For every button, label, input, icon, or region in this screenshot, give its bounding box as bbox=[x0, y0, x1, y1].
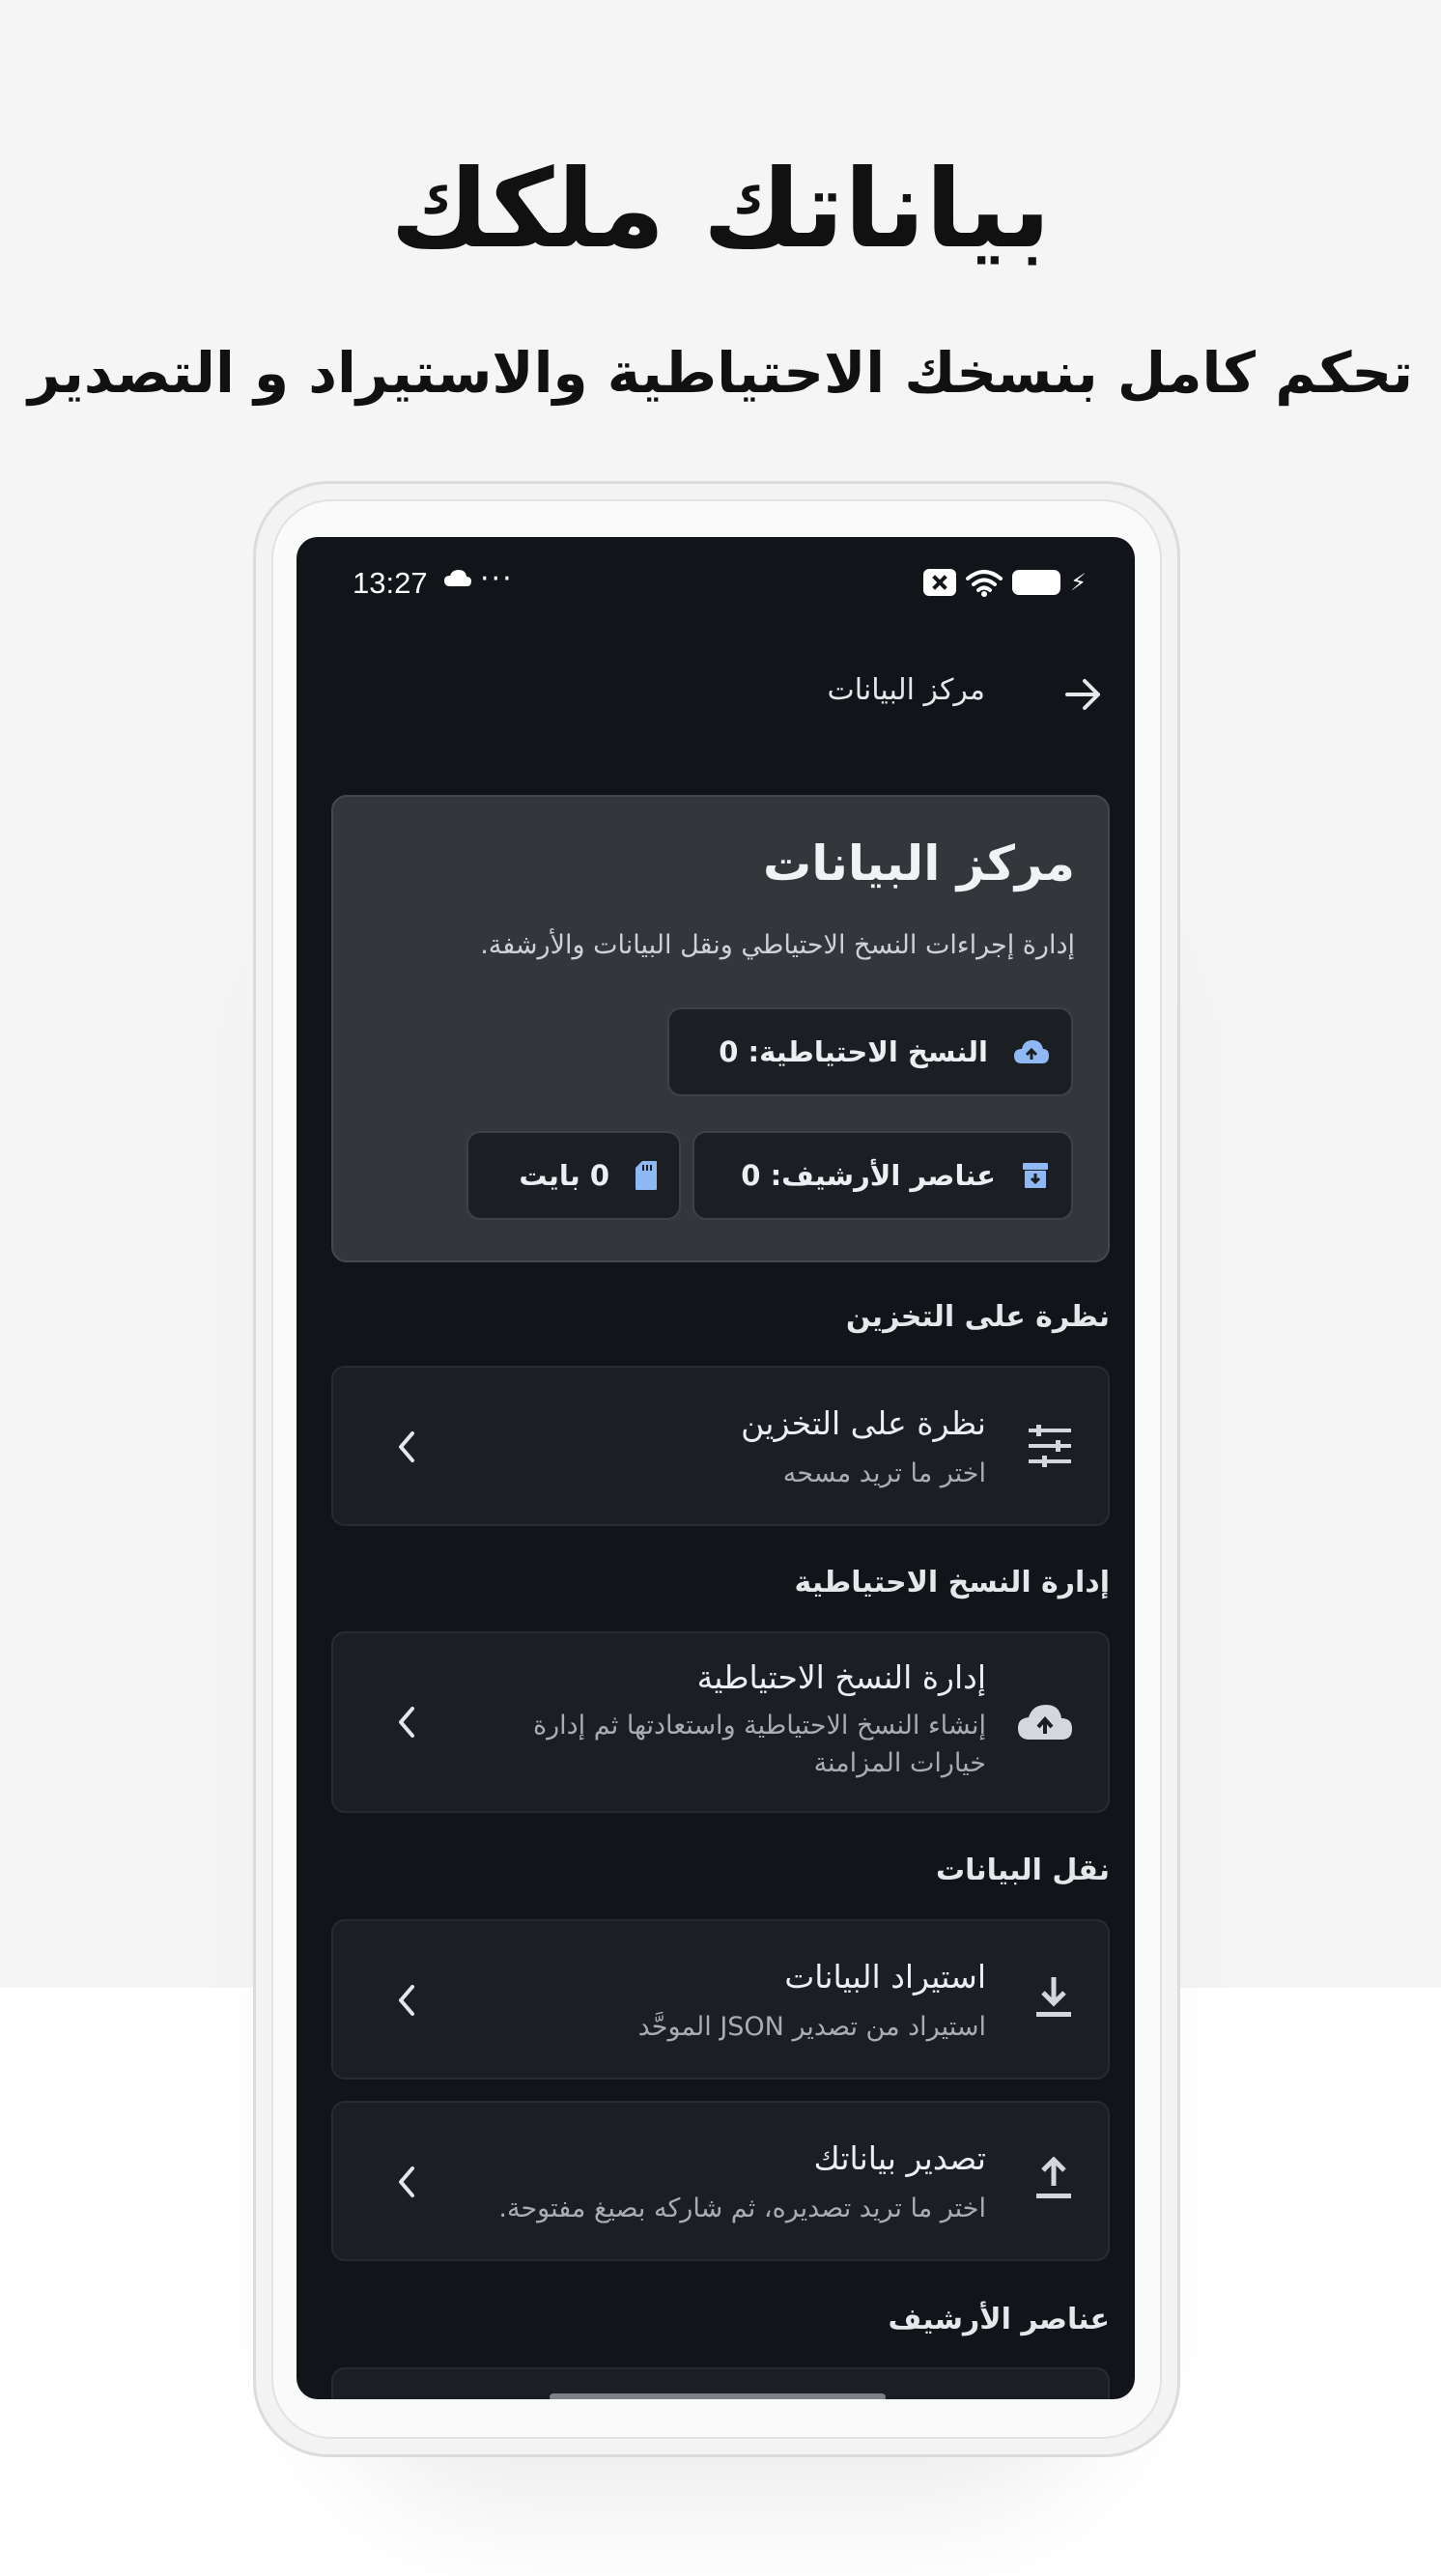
status-bar: 13:27 ··· ⚡ bbox=[297, 537, 1135, 630]
cloud-upload-icon bbox=[1018, 1705, 1072, 1740]
storage-overview-item[interactable]: نظرة على التخزين اختر ما تريد مسحه bbox=[331, 1366, 1110, 1526]
cloud-icon bbox=[443, 566, 472, 595]
home-indicator[interactable] bbox=[550, 2393, 886, 2399]
overview-card: مركز البيانات إدارة إجراءات النسخ الاحتي… bbox=[331, 795, 1110, 1262]
app-bar-title: مركز البيانات bbox=[827, 673, 985, 707]
marketing-title: بياناتك ملكك bbox=[390, 147, 1051, 272]
arrow-right-icon bbox=[1065, 679, 1100, 710]
section-header-backup: إدارة النسخ الاحتياطية bbox=[794, 1566, 1110, 1599]
archive-count-chip: عناصر الأرشيف: 0 bbox=[692, 1131, 1073, 1220]
backup-management-subtitle: إنشاء النسخ الاحتياطية واستعادتها ثم إدا… bbox=[532, 1711, 986, 1779]
backup-management-item[interactable]: إدارة النسخ الاحتياطية إنشاء النسخ الاحت… bbox=[331, 1631, 1110, 1813]
import-data-subtitle: استيراد من تصدير JSON الموحَّد bbox=[637, 2012, 986, 2042]
backup-management-title: إدارة النسخ الاحتياطية bbox=[696, 1658, 986, 1696]
export-data-title: تصدير بياناتك bbox=[813, 2139, 986, 2177]
archive-icon bbox=[1023, 1163, 1048, 1188]
chevron-left-icon bbox=[399, 1431, 414, 1462]
upload-icon bbox=[1036, 2157, 1071, 2198]
sd-card-icon bbox=[636, 1161, 657, 1190]
chevron-left-icon bbox=[399, 1985, 414, 2016]
back-button[interactable] bbox=[1060, 670, 1108, 719]
import-data-item[interactable]: استيراد البيانات استيراد من تصدير JSON ا… bbox=[331, 1919, 1110, 2080]
download-icon bbox=[1036, 1977, 1071, 2017]
export-data-subtitle: اختر ما تريد تصديره، ثم شاركه بصيغ مفتوح… bbox=[498, 2194, 986, 2223]
archive-count-label: عناصر الأرشيف: 0 bbox=[741, 1159, 996, 1192]
chevron-left-icon bbox=[399, 1707, 414, 1738]
overview-description: إدارة إجراءات النسخ الاحتياطي ونقل البيا… bbox=[480, 930, 1075, 960]
section-header-storage: نظرة على التخزين bbox=[845, 1300, 1110, 1334]
phone-screen: 13:27 ··· ⚡ مركز البيانات مركز البيانات … bbox=[297, 537, 1135, 2399]
more-dots-icon: ··· bbox=[480, 562, 514, 596]
chevron-left-icon bbox=[399, 2166, 414, 2197]
storage-overview-subtitle: اختر ما تريد مسحه bbox=[782, 1458, 986, 1488]
storage-size-chip: 0 بايت bbox=[466, 1131, 681, 1220]
wifi-icon bbox=[966, 570, 1003, 597]
status-time: 13:27 bbox=[353, 566, 428, 600]
import-data-title: استيراد البيانات bbox=[784, 1958, 986, 1996]
marketing-subtitle: تحكم كامل بنسخك الاحتياطية والاستيراد و … bbox=[27, 340, 1414, 406]
storage-size-label: 0 بايت bbox=[519, 1159, 609, 1192]
charging-bolt-icon: ⚡ bbox=[1070, 569, 1087, 596]
close-box-icon bbox=[923, 569, 957, 596]
backups-count-chip: النسخ الاحتياطية: 0 bbox=[667, 1007, 1073, 1096]
section-header-archive: عناصر الأرشيف bbox=[888, 2303, 1110, 2336]
tune-sliders-icon bbox=[1029, 1425, 1071, 1467]
overview-title: مركز البيانات bbox=[763, 835, 1075, 892]
cloud-upload-icon bbox=[1014, 1040, 1049, 1063]
status-icons: ⚡ bbox=[923, 568, 1087, 597]
export-data-item[interactable]: تصدير بياناتك اختر ما تريد تصديره، ثم شا… bbox=[331, 2101, 1110, 2261]
battery-icon bbox=[1012, 570, 1061, 595]
app-bar: مركز البيانات bbox=[297, 634, 1135, 759]
storage-overview-title: نظرة على التخزين bbox=[741, 1404, 986, 1442]
backups-count-label: النسخ الاحتياطية: 0 bbox=[719, 1035, 988, 1068]
section-header-transfer: نقل البيانات bbox=[935, 1854, 1110, 1887]
